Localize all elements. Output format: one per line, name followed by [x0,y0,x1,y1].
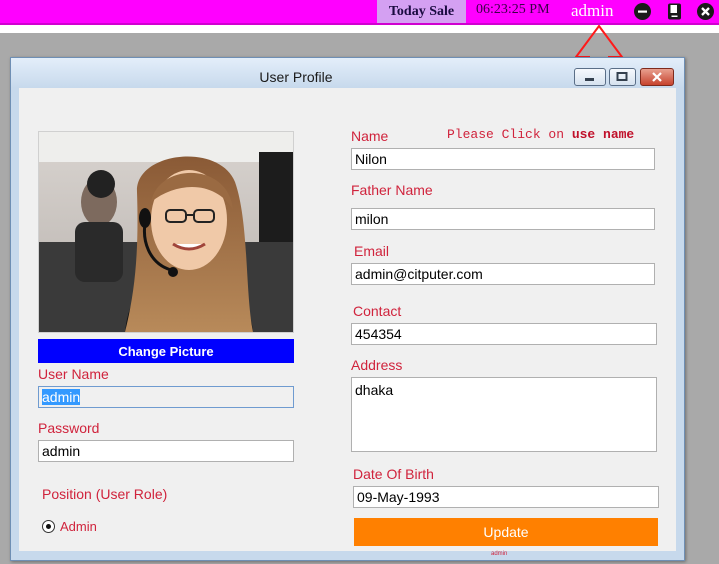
father-name-field[interactable]: milon [351,208,655,230]
contact-label: Contact [353,303,402,319]
minimize-icon[interactable] [634,3,651,20]
position-label: Position (User Role) [42,486,168,502]
window-maximize-button[interactable] [609,68,636,86]
profile-photo [38,131,294,333]
top-bar: Today Sale 06:23:25 PM admin [0,0,719,25]
name-label: Name [351,128,389,144]
window-minimize-button[interactable] [574,68,606,86]
address-label: Address [351,357,403,373]
username-link[interactable]: admin [571,1,614,21]
contact-field[interactable]: 454354 [351,323,657,345]
update-button[interactable]: Update [354,518,658,546]
window-title: User Profile [259,69,333,85]
email-field[interactable]: admin@citputer.com [351,263,655,285]
window-titlebar[interactable]: User Profile [11,58,684,88]
name-field[interactable]: Nilon [351,148,655,170]
minimize-icon [585,78,594,81]
username-field[interactable]: admin [38,386,294,408]
password-label: Password [38,420,100,436]
username-label: User Name [38,366,109,382]
footer-username: admin [491,551,508,557]
close-icon [652,72,662,82]
maximize-icon [616,72,628,81]
hint-prefix: Please Click on [447,127,572,142]
change-picture-button[interactable]: Change Picture [38,339,294,363]
role-admin-label[interactable]: Admin [60,519,97,534]
profile-form: Change Picture User Name admin Password … [19,88,676,557]
father-name-label: Father Name [351,182,433,198]
dob-field[interactable]: 09-May-1993 [353,486,659,508]
clock: 06:23:25 PM [476,2,550,17]
email-label: Email [354,243,390,259]
address-field[interactable]: dhaka [351,377,657,452]
close-icon[interactable] [697,3,714,20]
username-value: admin [42,389,81,405]
today-sale-button[interactable]: Today Sale [377,0,466,23]
dob-label: Date Of Birth [353,466,434,482]
hint-bold: use name [571,127,635,142]
window-close-button[interactable] [640,68,674,86]
hint-text: Please Click on use name [447,127,634,142]
book-icon[interactable] [666,3,683,20]
user-profile-window: User Profile Change Picture User Name ad… [10,57,685,561]
password-field[interactable]: admin [38,440,294,462]
role-admin-radio[interactable] [42,520,55,533]
